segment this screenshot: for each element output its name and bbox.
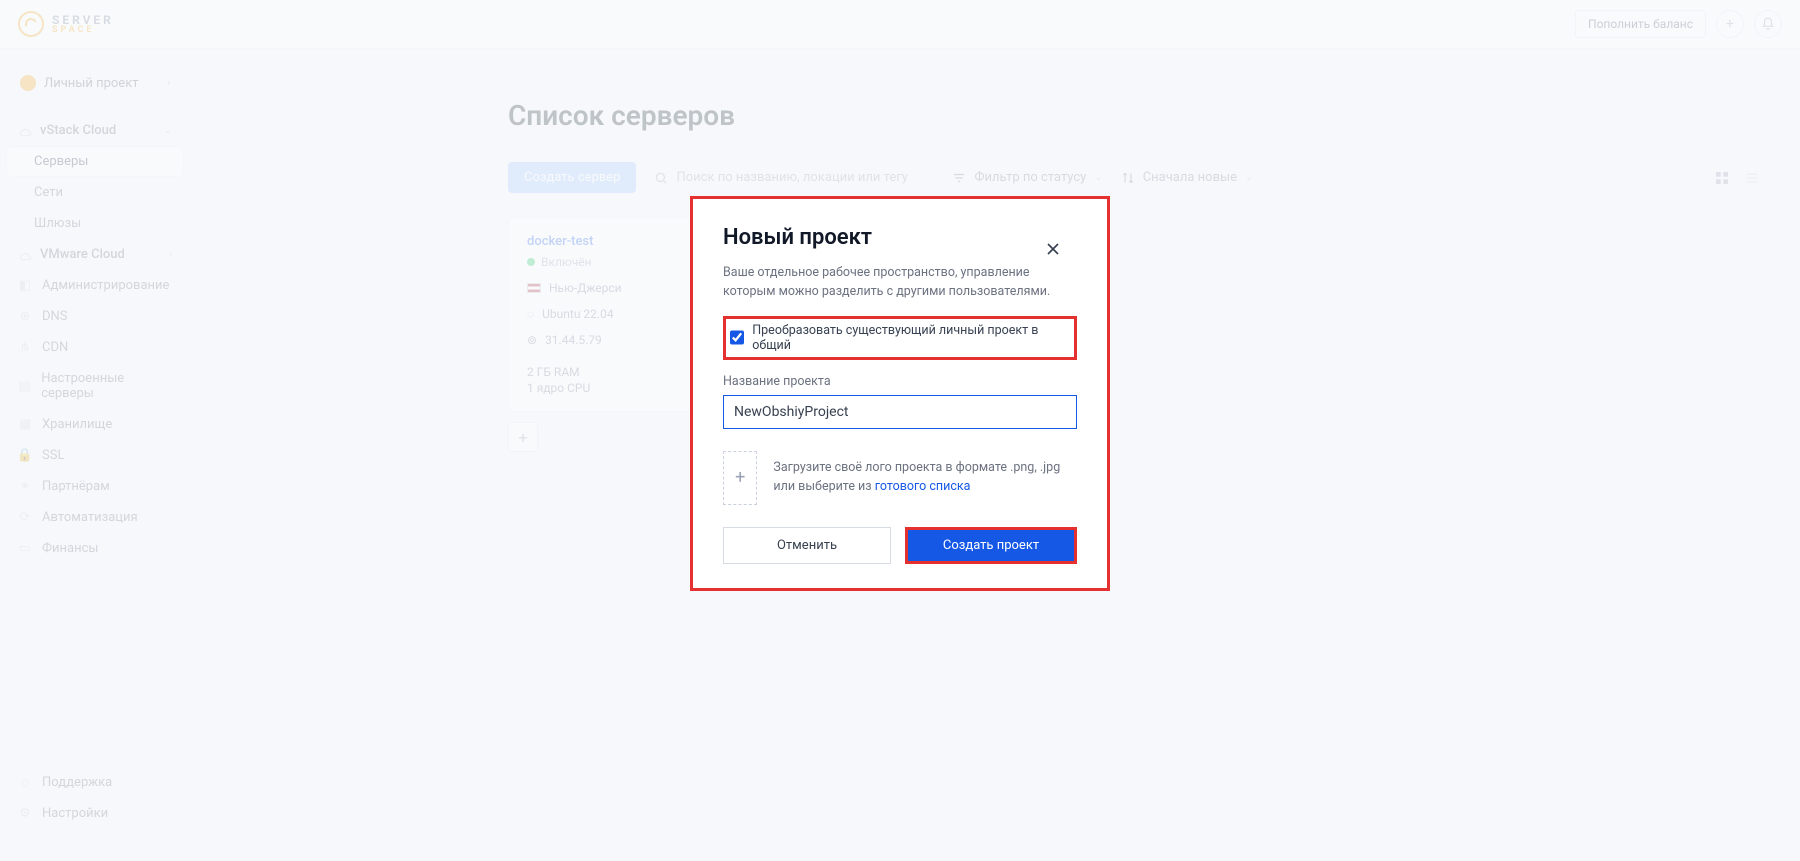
new-project-modal: Новый проект Ваше отдельное рабочее прос… (690, 196, 1110, 591)
convert-checkbox-row[interactable]: Преобразовать существующий личный проект… (723, 316, 1077, 360)
project-name-label: Название проекта (723, 374, 1077, 389)
close-icon[interactable] (1043, 239, 1063, 259)
project-name-input[interactable] (723, 395, 1077, 429)
upload-logo-box[interactable]: + (723, 451, 757, 505)
convert-checkbox-label: Преобразовать существующий личный проект… (752, 323, 1064, 353)
convert-checkbox[interactable] (730, 330, 744, 345)
modal-description: Ваше отдельное рабочее пространство, упр… (723, 264, 1077, 302)
logo-preset-link[interactable]: готового списка (875, 479, 971, 494)
create-project-button[interactable]: Создать проект (908, 530, 1074, 561)
cancel-button[interactable]: Отменить (723, 527, 891, 564)
modal-title: Новый проект (723, 225, 1077, 250)
upload-help-text: Загрузите своё лого проекта в формате .p… (773, 459, 1077, 497)
